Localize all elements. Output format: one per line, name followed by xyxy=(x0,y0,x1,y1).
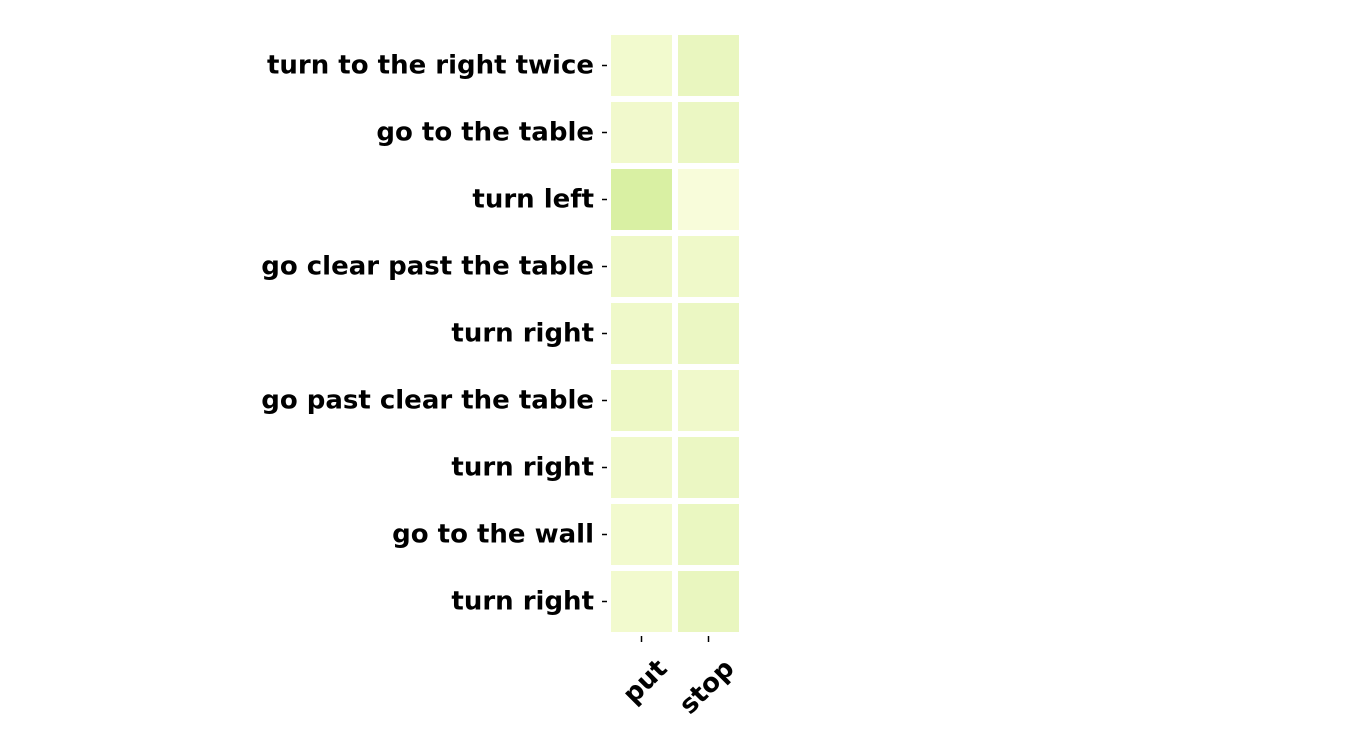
heatmap-cell xyxy=(611,102,672,163)
heatmap-cell xyxy=(678,35,739,96)
heatmap-cell xyxy=(678,102,739,163)
row-label: turn left xyxy=(472,185,594,215)
row-label: turn to the right twice xyxy=(267,51,594,81)
heatmap-cell xyxy=(678,169,739,230)
heatmap-cell xyxy=(678,571,739,632)
heatmap-cell xyxy=(611,303,672,364)
column-labels: put stop xyxy=(617,636,740,720)
heatmap-cell xyxy=(611,169,672,230)
heatmap-cell xyxy=(611,35,672,96)
row-label: go to the table xyxy=(376,118,594,148)
heatmap-cell xyxy=(611,571,672,632)
heatmap-cell xyxy=(611,437,672,498)
row-label: turn right xyxy=(451,319,594,349)
row-label: go past clear the table xyxy=(261,386,594,416)
heatmap-cell xyxy=(611,504,672,565)
row-labels: turn to the right twice go to the table tu… xyxy=(261,51,607,617)
heatmap-cell xyxy=(678,437,739,498)
column-label: put xyxy=(617,654,673,710)
row-label: turn right xyxy=(451,587,594,617)
row-label: go clear past the table xyxy=(261,252,594,282)
row-label: turn right xyxy=(451,453,594,483)
row-label: go to the wall xyxy=(392,520,594,550)
heatmap-chart: turn to the right twice go to the table tu… xyxy=(261,35,740,720)
column-label: stop xyxy=(674,654,741,721)
heatmap-cell xyxy=(678,236,739,297)
heatmap-cell xyxy=(678,504,739,565)
heatmap-cell xyxy=(678,303,739,364)
heatmap-cell xyxy=(678,370,739,431)
heatmap-cell xyxy=(611,236,672,297)
heatmap-cells xyxy=(611,35,739,632)
heatmap-cell xyxy=(611,370,672,431)
